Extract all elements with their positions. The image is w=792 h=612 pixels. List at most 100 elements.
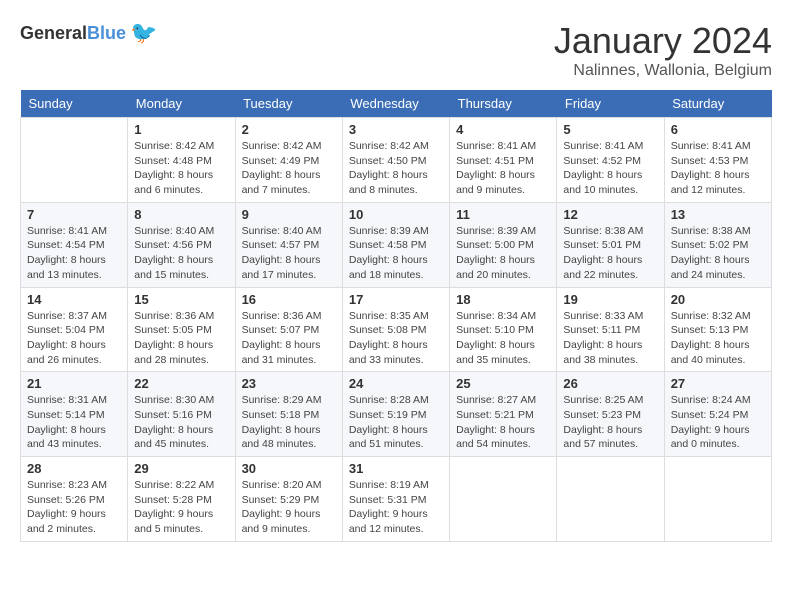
logo-bird-icon: 🐦 <box>130 20 157 46</box>
calendar-cell: 17 Sunrise: 8:35 AMSunset: 5:08 PMDayligh… <box>342 287 449 372</box>
calendar-week-2: 7 Sunrise: 8:41 AMSunset: 4:54 PMDaylight… <box>21 202 772 287</box>
day-info: Sunrise: 8:34 AMSunset: 5:10 PMDaylight:… <box>456 309 550 368</box>
day-number: 25 <box>456 376 550 391</box>
day-number: 5 <box>563 122 657 137</box>
day-info: Sunrise: 8:33 AMSunset: 5:11 PMDaylight:… <box>563 309 657 368</box>
calendar-cell: 30 Sunrise: 8:20 AMSunset: 5:29 PMDayligh… <box>235 457 342 542</box>
day-info: Sunrise: 8:24 AMSunset: 5:24 PMDaylight:… <box>671 393 765 452</box>
day-number: 7 <box>27 207 121 222</box>
day-info: Sunrise: 8:36 AMSunset: 5:05 PMDaylight:… <box>134 309 228 368</box>
day-info: Sunrise: 8:39 AMSunset: 4:58 PMDaylight:… <box>349 224 443 283</box>
day-info: Sunrise: 8:42 AMSunset: 4:48 PMDaylight:… <box>134 139 228 198</box>
day-info: Sunrise: 8:25 AMSunset: 5:23 PMDaylight:… <box>563 393 657 452</box>
calendar-cell: 2 Sunrise: 8:42 AMSunset: 4:49 PMDaylight… <box>235 118 342 203</box>
day-info: Sunrise: 8:19 AMSunset: 5:31 PMDaylight:… <box>349 478 443 537</box>
calendar-cell: 24 Sunrise: 8:28 AMSunset: 5:19 PMDayligh… <box>342 372 449 457</box>
day-info: Sunrise: 8:20 AMSunset: 5:29 PMDaylight:… <box>242 478 336 537</box>
location-title: Nalinnes, Wallonia, Belgium <box>554 62 772 80</box>
day-info: Sunrise: 8:30 AMSunset: 5:16 PMDaylight:… <box>134 393 228 452</box>
calendar-cell: 26 Sunrise: 8:25 AMSunset: 5:23 PMDayligh… <box>557 372 664 457</box>
calendar-cell <box>21 118 128 203</box>
day-number: 20 <box>671 292 765 307</box>
calendar-cell: 7 Sunrise: 8:41 AMSunset: 4:54 PMDaylight… <box>21 202 128 287</box>
calendar-cell: 13 Sunrise: 8:38 AMSunset: 5:02 PMDayligh… <box>664 202 771 287</box>
header: GeneralBlue 🐦 January 2024 Nalinnes, Wal… <box>20 20 772 80</box>
calendar-cell: 16Sunrise: 8:36 AMSunset: 5:07 PMDayligh… <box>235 287 342 372</box>
day-info: Sunrise: 8:38 AMSunset: 5:01 PMDaylight:… <box>563 224 657 283</box>
day-number: 10 <box>349 207 443 222</box>
day-number: 23 <box>242 376 336 391</box>
day-info: Sunrise: 8:23 AMSunset: 5:26 PMDaylight:… <box>27 478 121 537</box>
calendar-week-5: 28Sunrise: 8:23 AMSunset: 5:26 PMDayligh… <box>21 457 772 542</box>
day-number: 9 <box>242 207 336 222</box>
day-number: 2 <box>242 122 336 137</box>
day-number: 6 <box>671 122 765 137</box>
calendar-cell: 1 Sunrise: 8:42 AMSunset: 4:48 PMDaylight… <box>128 118 235 203</box>
day-info: Sunrise: 8:42 AMSunset: 4:50 PMDaylight:… <box>349 139 443 198</box>
day-number: 29 <box>134 461 228 476</box>
calendar-cell: 5 Sunrise: 8:41 AMSunset: 4:52 PMDaylight… <box>557 118 664 203</box>
calendar-cell <box>557 457 664 542</box>
day-info: Sunrise: 8:40 AMSunset: 4:56 PMDaylight:… <box>134 224 228 283</box>
calendar-cell: 25 Sunrise: 8:27 AMSunset: 5:21 PMDayligh… <box>450 372 557 457</box>
calendar-cell: 14Sunrise: 8:37 AMSunset: 5:04 PMDayligh… <box>21 287 128 372</box>
day-number: 1 <box>134 122 228 137</box>
month-title: January 2024 <box>554 20 772 62</box>
day-info: Sunrise: 8:41 AMSunset: 4:52 PMDaylight:… <box>563 139 657 198</box>
calendar-cell: 18Sunrise: 8:34 AMSunset: 5:10 PMDayligh… <box>450 287 557 372</box>
day-info: Sunrise: 8:41 AMSunset: 4:54 PMDaylight:… <box>27 224 121 283</box>
day-info: Sunrise: 8:29 AMSunset: 5:18 PMDaylight:… <box>242 393 336 452</box>
calendar-cell <box>664 457 771 542</box>
day-info: Sunrise: 8:35 AMSunset: 5:08 PMDaylight:… <box>349 309 443 368</box>
calendar-cell: 6 Sunrise: 8:41 AMSunset: 4:53 PMDaylight… <box>664 118 771 203</box>
day-number: 14 <box>27 292 121 307</box>
day-info: Sunrise: 8:42 AMSunset: 4:49 PMDaylight:… <box>242 139 336 198</box>
day-info: Sunrise: 8:41 AMSunset: 4:51 PMDaylight:… <box>456 139 550 198</box>
day-number: 17 <box>349 292 443 307</box>
day-number: 3 <box>349 122 443 137</box>
calendar-cell: 21Sunrise: 8:31 AMSunset: 5:14 PMDayligh… <box>21 372 128 457</box>
calendar-cell: 28Sunrise: 8:23 AMSunset: 5:26 PMDayligh… <box>21 457 128 542</box>
calendar-cell: 15 Sunrise: 8:36 AMSunset: 5:05 PMDayligh… <box>128 287 235 372</box>
day-number: 26 <box>563 376 657 391</box>
column-header-thursday: Thursday <box>450 90 557 118</box>
calendar-cell: 29 Sunrise: 8:22 AMSunset: 5:28 PMDayligh… <box>128 457 235 542</box>
day-info: Sunrise: 8:38 AMSunset: 5:02 PMDaylight:… <box>671 224 765 283</box>
calendar-cell: 19 Sunrise: 8:33 AMSunset: 5:11 PMDayligh… <box>557 287 664 372</box>
column-header-friday: Friday <box>557 90 664 118</box>
calendar-cell: 20Sunrise: 8:32 AMSunset: 5:13 PMDayligh… <box>664 287 771 372</box>
day-info: Sunrise: 8:28 AMSunset: 5:19 PMDaylight:… <box>349 393 443 452</box>
calendar-cell: 10 Sunrise: 8:39 AMSunset: 4:58 PMDayligh… <box>342 202 449 287</box>
day-number: 19 <box>563 292 657 307</box>
day-info: Sunrise: 8:22 AMSunset: 5:28 PMDaylight:… <box>134 478 228 537</box>
calendar-cell: 4 Sunrise: 8:41 AMSunset: 4:51 PMDaylight… <box>450 118 557 203</box>
day-number: 8 <box>134 207 228 222</box>
calendar-cell: 8 Sunrise: 8:40 AMSunset: 4:56 PMDaylight… <box>128 202 235 287</box>
column-header-monday: Monday <box>128 90 235 118</box>
calendar-cell: 9Sunrise: 8:40 AMSunset: 4:57 PMDaylight… <box>235 202 342 287</box>
day-number: 27 <box>671 376 765 391</box>
day-info: Sunrise: 8:27 AMSunset: 5:21 PMDaylight:… <box>456 393 550 452</box>
calendar-cell <box>450 457 557 542</box>
calendar-cell: 31Sunrise: 8:19 AMSunset: 5:31 PMDayligh… <box>342 457 449 542</box>
calendar-cell: 11Sunrise: 8:39 AMSunset: 5:00 PMDayligh… <box>450 202 557 287</box>
calendar-cell: 22Sunrise: 8:30 AMSunset: 5:16 PMDayligh… <box>128 372 235 457</box>
day-number: 15 <box>134 292 228 307</box>
day-number: 4 <box>456 122 550 137</box>
column-header-wednesday: Wednesday <box>342 90 449 118</box>
day-info: Sunrise: 8:41 AMSunset: 4:53 PMDaylight:… <box>671 139 765 198</box>
calendar-cell: 23 Sunrise: 8:29 AMSunset: 5:18 PMDayligh… <box>235 372 342 457</box>
day-number: 30 <box>242 461 336 476</box>
day-number: 13 <box>671 207 765 222</box>
title-area: January 2024 Nalinnes, Wallonia, Belgium <box>554 20 772 80</box>
day-number: 12 <box>563 207 657 222</box>
logo-blue-text: Blue <box>87 23 126 43</box>
calendar-week-4: 21Sunrise: 8:31 AMSunset: 5:14 PMDayligh… <box>21 372 772 457</box>
calendar-cell: 12 Sunrise: 8:38 AMSunset: 5:01 PMDayligh… <box>557 202 664 287</box>
day-number: 16 <box>242 292 336 307</box>
calendar-cell: 3 Sunrise: 8:42 AMSunset: 4:50 PMDaylight… <box>342 118 449 203</box>
calendar-cell: 27 Sunrise: 8:24 AMSunset: 5:24 PMDayligh… <box>664 372 771 457</box>
calendar-header-row: SundayMondayTuesdayWednesdayThursdayFrid… <box>21 90 772 118</box>
day-number: 21 <box>27 376 121 391</box>
day-number: 24 <box>349 376 443 391</box>
